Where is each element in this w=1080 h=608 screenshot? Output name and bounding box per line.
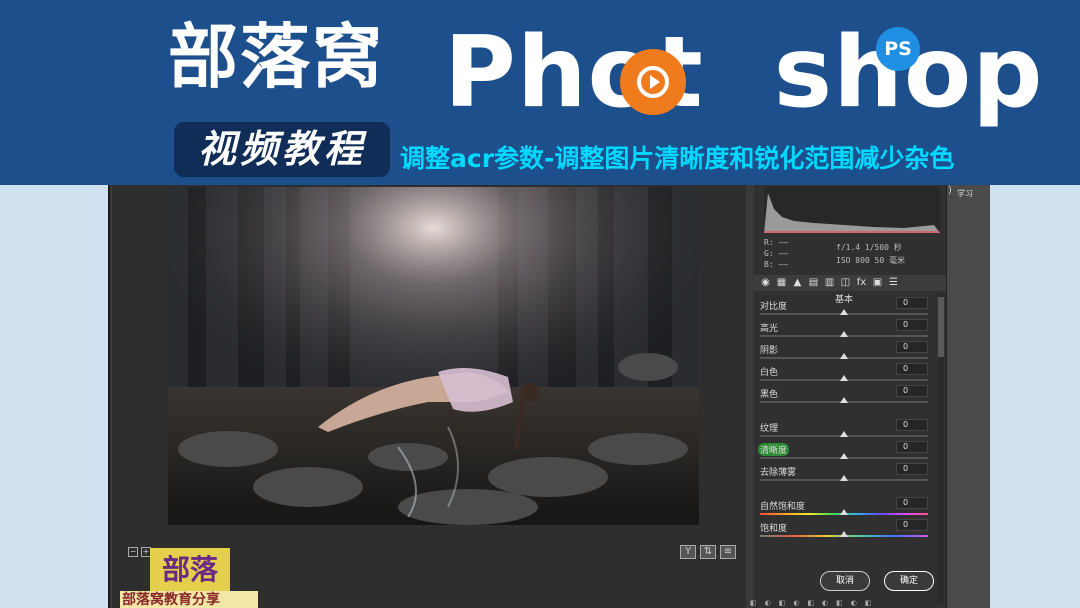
lens-icon[interactable]: ◫ <box>840 276 851 290</box>
presets-icon[interactable]: ☰ <box>888 276 899 290</box>
slider-label: 自然饱和度 <box>760 502 806 512</box>
slider-value-field[interactable]: 0 <box>896 519 928 531</box>
slider-label: 高光 <box>760 324 779 334</box>
slider-thumb[interactable] <box>840 331 848 337</box>
swap-view-icon[interactable]: ⇅ <box>700 545 716 559</box>
slider-thumb[interactable] <box>840 353 848 359</box>
r-label: R: <box>764 238 774 247</box>
slider-value-field[interactable]: 0 <box>896 419 928 431</box>
slider-label: 阴影 <box>760 346 779 356</box>
slider-label: 清晰度 <box>758 443 790 456</box>
slider-label: 饱和度 <box>760 524 788 534</box>
slider-row: 饱和度 0 <box>760 519 932 541</box>
slider-label: 白色 <box>760 368 779 378</box>
learn-tab[interactable]: 学习 <box>957 188 973 199</box>
split-icon[interactable]: ▤ <box>808 276 819 290</box>
slider-value-field[interactable]: 0 <box>896 319 928 331</box>
slider-row: 清晰度 0 <box>758 441 932 463</box>
b-value: —— <box>778 260 789 269</box>
ok-button[interactable]: 确定 <box>884 571 934 591</box>
compare-y-button[interactable]: Y <box>680 545 696 559</box>
grid-icon[interactable]: ▦ <box>776 276 787 290</box>
calibration-icon[interactable]: ▣ <box>872 276 883 290</box>
slider-value-field[interactable]: 0 <box>896 385 928 397</box>
iso-focal: ISO 800 50 毫米 <box>836 256 905 265</box>
histogram <box>764 187 940 233</box>
b-label: B: <box>764 260 774 269</box>
watermark-logo: 部落窝 <box>150 548 230 608</box>
slider-label: 去除薄雾 <box>760 468 797 478</box>
slider-row: 去除薄雾 0 <box>760 463 932 485</box>
slider-row: 白色 0 <box>760 363 932 385</box>
slider-thumb[interactable] <box>840 375 848 381</box>
slider-value-field[interactable]: 0 <box>896 441 928 453</box>
video-banner: 部落窝 视频教程 Phot shop PS 调整acr参数-调整图片清晰度和锐化范… <box>0 0 1080 185</box>
dialog-footer: 取消 确定 <box>746 569 946 599</box>
slider-thumb[interactable] <box>840 475 848 481</box>
image-preview-area: − + Y ⇅ ≡ <box>112 185 746 608</box>
camera-icon[interactable]: ◉ <box>760 276 771 290</box>
slider-label: 纹理 <box>760 424 779 434</box>
collapse-bracket-icon[interactable]: ) <box>948 185 952 196</box>
slider-row: 阴影 0 <box>760 341 932 363</box>
scrollbar-thumb[interactable] <box>938 297 944 357</box>
watermark-share-text: 部落窝教育分享 <box>120 591 258 608</box>
aperture-shutter: f/1.4 1/500 秒 <box>836 243 902 252</box>
slider-label: 黑色 <box>760 390 779 400</box>
tool-tabs: ◉ ▦ ▲ ▤ ▥ ◫ fx ▣ ☰ <box>754 275 946 291</box>
side-panel-strip: ) 学习 <box>946 185 990 608</box>
zoom-out-button[interactable]: − <box>128 547 138 557</box>
r-value: —— <box>778 238 789 247</box>
adjustment-panel: R: —— G: —— B: —— f/1.4 1/500 秒 ISO 800 … <box>754 185 946 608</box>
photoshop-wordmark: Phot shop <box>444 24 1043 122</box>
ps-badge: PS <box>876 27 920 71</box>
camera-readout: R: —— G: —— B: —— f/1.4 1/500 秒 ISO 800 … <box>764 237 944 271</box>
camera-raw-dialog: − + Y ⇅ ≡ R: —— G: —— B: —— f/1.4 1/500 … <box>108 185 990 608</box>
g-value: —— <box>778 249 789 258</box>
g-label: G: <box>764 249 774 258</box>
slider-value-field[interactable]: 0 <box>896 297 928 309</box>
video-tutorial-badge: 视频教程 <box>174 122 390 177</box>
lesson-subtitle: 调整acr参数-调整图片清晰度和锐化范围减少杂色 <box>400 144 955 173</box>
bottom-toolbar-icons: ◧◐◧◐◧◐◧◐◧ <box>750 599 880 607</box>
panel-scrollbar[interactable] <box>938 293 944 603</box>
slider-value-field[interactable]: 0 <box>896 463 928 475</box>
slider-value-field[interactable]: 0 <box>896 341 928 353</box>
brand-logo: 部落窝 <box>168 16 384 98</box>
slider-thumb[interactable] <box>840 431 848 437</box>
slider-value-field[interactable]: 0 <box>896 363 928 375</box>
slider-label: 对比度 <box>760 302 788 312</box>
slider-thumb[interactable] <box>840 509 848 515</box>
slider-thumb[interactable] <box>840 309 848 315</box>
slider-row: 自然饱和度 0 <box>760 497 932 519</box>
preview-photo <box>168 187 699 525</box>
settings-icon[interactable]: ≡ <box>720 545 736 559</box>
cancel-button[interactable]: 取消 <box>820 571 870 591</box>
slider-row: 对比度 0 <box>760 297 932 319</box>
slider-value-field[interactable]: 0 <box>896 497 928 509</box>
bars-icon[interactable]: ▥ <box>824 276 835 290</box>
slider-thumb[interactable] <box>840 531 848 537</box>
mountain-icon[interactable]: ▲ <box>792 276 803 290</box>
slider-thumb[interactable] <box>840 453 848 459</box>
slider-row: 高光 0 <box>760 319 932 341</box>
slider-row: 纹理 0 <box>760 419 932 441</box>
slider-row: 黑色 0 <box>760 385 932 407</box>
play-o-icon <box>620 49 686 115</box>
fx-icon[interactable]: fx <box>856 276 867 290</box>
slider-thumb[interactable] <box>840 397 848 403</box>
